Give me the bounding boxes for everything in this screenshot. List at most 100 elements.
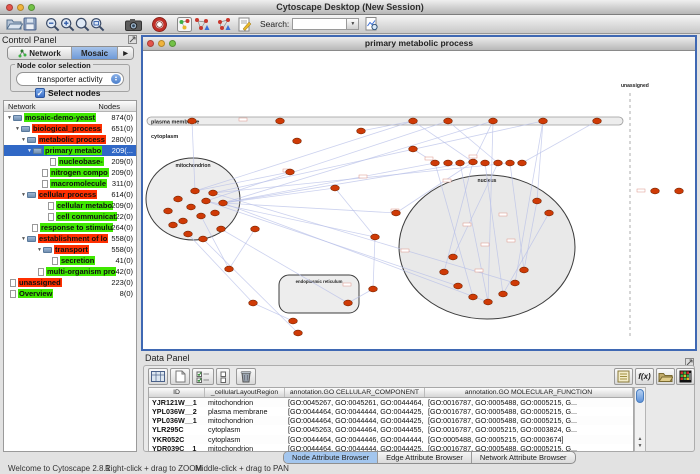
tab-network[interactable]: Network xyxy=(8,47,72,59)
tree-header[interactable]: Network Nodes xyxy=(4,101,136,112)
graph-node[interactable] xyxy=(164,208,173,214)
vizmapper-button[interactable] xyxy=(177,16,192,33)
tab-mosaic[interactable]: Mosaic xyxy=(72,47,118,59)
graph-node[interactable] xyxy=(409,118,418,124)
function-builder-button[interactable]: f(x) xyxy=(635,368,654,385)
tree-row-label[interactable]: cell communicat xyxy=(56,212,117,221)
table-row[interactable]: YJR121W__1mitochondrion[GO:0045267, GO:0… xyxy=(149,398,633,407)
graph-node[interactable] xyxy=(506,160,515,166)
tree-row-label[interactable]: cellular process xyxy=(38,190,97,199)
graph-node[interactable] xyxy=(409,146,418,152)
tree-row[interactable]: nucleobase-209(0) xyxy=(4,156,136,167)
minimize-button[interactable] xyxy=(17,4,24,11)
graph-node[interactable] xyxy=(369,286,378,292)
zoom-selected-button[interactable] xyxy=(75,16,90,33)
tree-row-label[interactable]: secretion xyxy=(60,256,95,265)
help-lifering-button[interactable] xyxy=(152,16,167,33)
graph-node[interactable] xyxy=(481,160,490,166)
graph-node[interactable] xyxy=(675,188,684,194)
disclosure-triangle-icon[interactable]: ▼ xyxy=(6,115,13,121)
graph-node[interactable] xyxy=(344,300,353,306)
graph-node[interactable] xyxy=(191,188,200,194)
tree-row-label[interactable]: nitrogen compo xyxy=(50,168,109,177)
graph-node[interactable] xyxy=(197,213,206,219)
tree-row-label[interactable]: multi-organism pro xyxy=(46,267,116,276)
graph-node[interactable] xyxy=(444,118,453,124)
column-header-molecular-function[interactable]: annotation.GO MOLECULAR_FUNCTION xyxy=(425,388,633,397)
graph-node[interactable] xyxy=(202,198,211,204)
tree-row-label[interactable]: response to stimulu xyxy=(40,223,113,232)
snapshot-camera-button[interactable] xyxy=(125,16,142,33)
disclosure-triangle-icon[interactable]: ▼ xyxy=(20,236,27,242)
tree-row[interactable]: macromolecule311(0) xyxy=(4,178,136,189)
graph-node[interactable] xyxy=(593,118,602,124)
table-row[interactable]: YPL036W__2plasma membrane[GO:0044464, GO… xyxy=(149,407,633,416)
zoom-fit-button[interactable] xyxy=(90,16,105,33)
delete-attribute-button[interactable] xyxy=(236,368,256,385)
node-color-dropdown[interactable]: transporter activity ▲▼ xyxy=(16,72,124,86)
tree-row[interactable]: secretion41(0) xyxy=(4,255,136,266)
tree-row[interactable]: unassigned223(0) xyxy=(4,277,136,288)
tree-row-label[interactable]: macromolecule xyxy=(50,179,107,188)
graph-node[interactable] xyxy=(219,200,228,206)
table-scrollbar[interactable]: ▲ ▼ xyxy=(634,387,646,452)
attribute-table[interactable]: ID _cellularLayoutRegion annotation.GO C… xyxy=(148,387,634,452)
open-file-button[interactable] xyxy=(6,16,23,33)
import-attributes-button[interactable] xyxy=(656,368,675,385)
tree-row-label[interactable]: establishment of lo xyxy=(38,234,108,243)
graph-node[interactable] xyxy=(169,222,178,228)
tree-row[interactable]: ▼establishment of lo558(0) xyxy=(4,233,136,244)
tree-row-label[interactable]: cellular metabo xyxy=(56,201,113,210)
tree-row-label[interactable]: primary metabo xyxy=(44,146,102,155)
tree-row-label[interactable]: unassigned xyxy=(18,278,62,287)
graph-node[interactable] xyxy=(357,128,366,134)
tree-row[interactable]: ▼biological_process651(0) xyxy=(4,123,136,134)
disclosure-triangle-icon[interactable]: ▼ xyxy=(26,148,33,154)
graph-node[interactable] xyxy=(444,160,453,166)
table-row[interactable]: YLR295Ccytoplasm[GO:0045263, GO:0044464,… xyxy=(149,425,633,434)
graph-node[interactable] xyxy=(187,204,196,210)
graph-node[interactable] xyxy=(371,234,380,240)
scrollbar-thumb[interactable] xyxy=(636,389,644,403)
disclosure-triangle-icon[interactable]: ▼ xyxy=(36,247,43,253)
graph-node[interactable] xyxy=(289,318,298,324)
tree-row[interactable]: ▼cellular process614(0) xyxy=(4,189,136,200)
graph-node[interactable] xyxy=(225,266,234,272)
graph-node[interactable] xyxy=(456,160,465,166)
graph-node[interactable] xyxy=(494,160,503,166)
graph-node[interactable] xyxy=(276,118,285,124)
zoom-window-button[interactable] xyxy=(28,4,35,11)
graph-node[interactable] xyxy=(217,226,226,232)
disclosure-triangle-icon[interactable]: ▼ xyxy=(20,192,27,198)
zoom-out-button[interactable] xyxy=(45,16,60,33)
tab-overflow-arrow[interactable]: ▶ xyxy=(118,47,133,59)
scroll-up-icon[interactable]: ▲ xyxy=(635,436,645,443)
graph-node[interactable] xyxy=(651,188,660,194)
disclosure-triangle-icon[interactable]: ▼ xyxy=(20,137,27,143)
tree-row-label[interactable]: transport xyxy=(54,245,89,254)
graph-node[interactable] xyxy=(251,226,260,232)
graph-node[interactable] xyxy=(511,280,520,286)
tab-node-attribute-browser[interactable]: Node Attribute Browser xyxy=(284,452,378,463)
color-matrix-button[interactable] xyxy=(676,368,695,385)
float-panel-icon[interactable] xyxy=(128,35,137,46)
close-button[interactable] xyxy=(6,4,13,11)
graph-node[interactable] xyxy=(469,294,478,300)
tree-row[interactable]: ▼transport558(0) xyxy=(4,244,136,255)
graph-node[interactable] xyxy=(199,236,208,242)
graph-node[interactable] xyxy=(484,299,493,305)
tree-row[interactable]: multi-organism pro42(0) xyxy=(4,266,136,277)
graph-node[interactable] xyxy=(293,138,302,144)
graph-node[interactable] xyxy=(249,300,258,306)
table-row[interactable]: YKR052Ccytoplasm[GO:0044464, GO:0044446,… xyxy=(149,435,633,444)
graph-node[interactable] xyxy=(539,118,548,124)
tree-row-label[interactable]: metabolic process xyxy=(38,135,106,144)
tab-edge-attribute-browser[interactable]: Edge Attribute Browser xyxy=(378,452,472,463)
graph-node[interactable] xyxy=(499,291,508,297)
network-view-titlebar[interactable]: primary metabolic process xyxy=(143,37,695,51)
disclosure-triangle-icon[interactable]: ▼ xyxy=(14,126,21,132)
search-dropdown-button[interactable]: ▼ xyxy=(346,18,359,30)
tree-row[interactable]: Overview8(0) xyxy=(4,288,136,299)
new-attribute-button[interactable] xyxy=(170,368,190,385)
graph-node[interactable] xyxy=(454,283,463,289)
